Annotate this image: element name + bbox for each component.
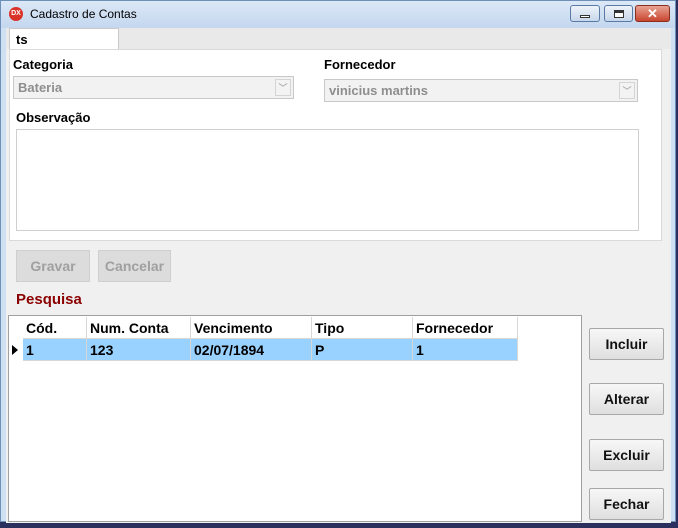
- categoria-value: Bateria: [18, 80, 63, 95]
- tab-ts[interactable]: ts: [9, 28, 119, 49]
- table-row[interactable]: 1 123 02/07/1894 P 1: [23, 339, 518, 361]
- chevron-down-icon[interactable]: ﹀: [275, 79, 291, 96]
- grid-header: Cód. Num. Conta Vencimento Tipo Forneced…: [23, 317, 518, 339]
- fornecedor-label: Fornecedor: [324, 57, 396, 72]
- pesquisa-heading: Pesquisa: [16, 291, 82, 308]
- column-header-fornecedor[interactable]: Fornecedor: [413, 317, 518, 339]
- tab-strip: ts: [6, 28, 671, 49]
- client-area: ts Categoria Bateria ﹀ Fornecedor vinici…: [6, 28, 671, 523]
- minimize-button[interactable]: [570, 5, 600, 22]
- close-button[interactable]: ✕: [635, 5, 670, 22]
- excluir-button[interactable]: Excluir: [589, 439, 664, 471]
- fornecedor-select[interactable]: vinicius martins ﹀: [324, 79, 638, 102]
- incluir-button[interactable]: Incluir: [589, 328, 664, 360]
- cancelar-button[interactable]: Cancelar: [98, 250, 171, 282]
- minimize-icon: [571, 6, 599, 21]
- app-icon: DX: [9, 7, 23, 21]
- cell-tipo[interactable]: P: [312, 339, 413, 361]
- column-header-tipo[interactable]: Tipo: [312, 317, 413, 339]
- column-header-num-conta[interactable]: Num. Conta: [87, 317, 191, 339]
- title-bar[interactable]: DX Cadastro de Contas ✕: [1, 1, 675, 28]
- cell-vencimento[interactable]: 02/07/1894: [191, 339, 312, 361]
- app-window: DX Cadastro de Contas ✕ ts Categoria Bat…: [0, 0, 676, 523]
- gravar-button[interactable]: Gravar: [16, 250, 90, 282]
- column-header-vencimento[interactable]: Vencimento: [191, 317, 312, 339]
- cell-num-conta[interactable]: 123: [87, 339, 191, 361]
- close-icon: ✕: [647, 5, 658, 21]
- observacao-label: Observação: [16, 110, 91, 125]
- column-header-cod[interactable]: Cód.: [23, 317, 87, 339]
- maximize-button[interactable]: [604, 5, 633, 22]
- fechar-button[interactable]: Fechar: [589, 488, 664, 520]
- cell-cod[interactable]: 1: [23, 339, 87, 361]
- maximize-icon: [605, 6, 632, 21]
- cell-fornecedor[interactable]: 1: [413, 339, 518, 361]
- observacao-textarea[interactable]: [16, 129, 639, 231]
- window-title: Cadastro de Contas: [30, 7, 137, 21]
- alterar-button[interactable]: Alterar: [589, 383, 664, 415]
- categoria-label: Categoria: [13, 57, 73, 72]
- tab-panel: Categoria Bateria ﹀ Fornecedor vinicius …: [9, 49, 662, 241]
- fornecedor-value: vinicius martins: [329, 83, 428, 98]
- results-grid[interactable]: Cód. Num. Conta Vencimento Tipo Forneced…: [8, 315, 582, 522]
- chevron-down-icon[interactable]: ﹀: [619, 82, 635, 99]
- categoria-select[interactable]: Bateria ﹀: [13, 76, 294, 99]
- row-indicator-icon: [12, 345, 18, 355]
